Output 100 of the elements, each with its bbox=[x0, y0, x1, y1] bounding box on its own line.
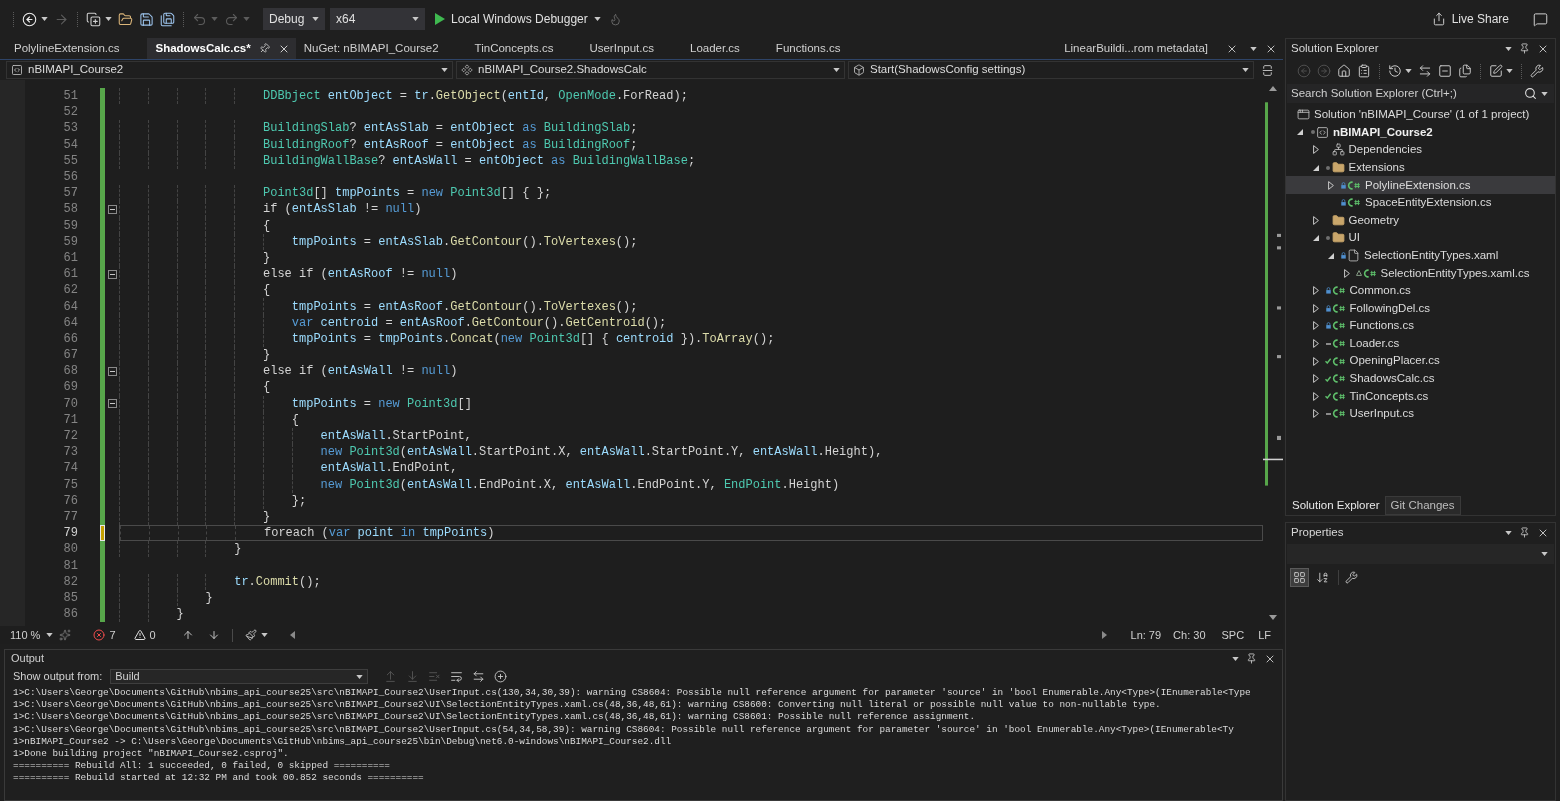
caret-down-icon[interactable] bbox=[1328, 252, 1334, 259]
search-button[interactable] bbox=[1522, 84, 1554, 103]
arrow-up-icon[interactable] bbox=[181, 629, 194, 641]
caret-right-icon[interactable] bbox=[1312, 374, 1319, 384]
caret-down-icon[interactable] bbox=[356, 674, 364, 679]
document-tab[interactable]: UserInput.cs bbox=[581, 38, 682, 59]
tree-item[interactable]: Loader.cs bbox=[1286, 334, 1555, 353]
caret-down-icon[interactable] bbox=[46, 633, 54, 637]
caret-down-icon[interactable] bbox=[105, 17, 112, 21]
wrench-icon[interactable] bbox=[1345, 570, 1358, 584]
output-source-dropdown[interactable]: Build bbox=[110, 669, 369, 684]
preview-tab[interactable]: LinearBuildi...rom metadata] bbox=[1060, 38, 1242, 59]
tree-item[interactable]: nBIMAPI_Course2 bbox=[1286, 123, 1555, 142]
document-tab[interactable]: ShadowsCalc.cs* bbox=[147, 38, 296, 59]
clipboard-icon[interactable] bbox=[1357, 64, 1371, 78]
caret-down-icon[interactable] bbox=[1312, 164, 1319, 171]
caret-right-icon[interactable] bbox=[1312, 339, 1319, 348]
circle-plus-icon[interactable] bbox=[494, 670, 508, 683]
caret-down-icon[interactable] bbox=[1312, 234, 1319, 241]
document-tab[interactable]: PolylineExtension.cs bbox=[6, 38, 148, 59]
project-dropdown[interactable]: nBIMAPI_Course2 bbox=[6, 61, 453, 79]
caret-right-icon[interactable] bbox=[1343, 268, 1350, 278]
minus-square-icon[interactable] bbox=[107, 366, 117, 376]
sparkle-icon[interactable] bbox=[59, 629, 72, 641]
stacked-squares-plus-icon[interactable] bbox=[86, 11, 101, 27]
caret-right-icon[interactable] bbox=[1312, 321, 1319, 331]
tree-item[interactable]: ShadowsCalc.cs bbox=[1286, 369, 1555, 388]
tree-item[interactable]: FollowingDel.cs bbox=[1286, 299, 1555, 318]
caret-down-icon[interactable] bbox=[593, 17, 601, 21]
platform-dropdown[interactable]: x64 bbox=[330, 8, 425, 30]
tree-item[interactable]: Dependencies bbox=[1286, 141, 1555, 159]
caret-left-icon[interactable] bbox=[289, 631, 295, 639]
caret-down-icon[interactable] bbox=[1297, 129, 1303, 136]
live-share-button[interactable]: Live Share bbox=[1429, 8, 1511, 30]
caret-down-icon[interactable] bbox=[312, 17, 319, 21]
caret-down-icon[interactable] bbox=[441, 68, 448, 72]
caret-right-icon[interactable] bbox=[1312, 391, 1319, 401]
tree-item[interactable]: Extensions bbox=[1286, 158, 1555, 177]
caret-right-icon[interactable] bbox=[1312, 215, 1319, 225]
caret-down-icon[interactable] bbox=[41, 17, 48, 21]
tree-item[interactable]: SelectionEntityTypes.xaml bbox=[1286, 246, 1555, 265]
document-tab[interactable]: Functions.cs bbox=[767, 38, 869, 59]
files-icon[interactable] bbox=[1458, 64, 1472, 78]
caret-right-icon[interactable] bbox=[1328, 180, 1334, 190]
flame-icon[interactable] bbox=[608, 12, 622, 26]
column-indicator[interactable]: Ch: 30 bbox=[1173, 626, 1206, 644]
caret-down-icon[interactable] bbox=[260, 633, 268, 637]
tree-item[interactable]: SelectionEntityTypes.xaml.cs bbox=[1286, 264, 1555, 282]
configuration-dropdown[interactable]: Debug bbox=[263, 8, 325, 30]
document-tab[interactable]: NuGet: nBIMAPI_Course2 bbox=[295, 38, 467, 59]
caret-down-icon[interactable] bbox=[1242, 68, 1249, 72]
house-icon[interactable] bbox=[1337, 64, 1351, 78]
caret-down-icon[interactable] bbox=[1541, 91, 1548, 96]
document-tab[interactable]: TinConcepts.cs bbox=[466, 38, 582, 59]
square-pen-icon[interactable] bbox=[1489, 64, 1503, 78]
caret-down-icon[interactable] bbox=[1541, 552, 1548, 556]
whitespace-indicator[interactable]: SPC bbox=[1221, 626, 1245, 644]
caret-right-icon[interactable] bbox=[1312, 356, 1319, 366]
line-ending-indicator[interactable]: LF bbox=[1258, 626, 1271, 644]
pin-icon[interactable] bbox=[1519, 43, 1530, 54]
caret-down-icon[interactable] bbox=[1505, 530, 1512, 535]
pin-icon[interactable] bbox=[1246, 653, 1257, 664]
caret-down-icon[interactable] bbox=[412, 17, 419, 21]
minus-square-icon[interactable] bbox=[107, 204, 117, 214]
member-dropdown[interactable]: Start(ShadowsConfig settings) bbox=[848, 61, 1254, 79]
caret-right-icon[interactable] bbox=[1312, 145, 1319, 155]
error-count[interactable]: 7 bbox=[93, 626, 116, 644]
panel-tab[interactable]: Git Changes bbox=[1384, 496, 1461, 515]
type-dropdown[interactable]: nBIMAPI_Course2.ShadowsCalc bbox=[456, 61, 845, 79]
document-tab[interactable]: Loader.cs bbox=[682, 38, 768, 59]
view-toggle[interactable] bbox=[1290, 567, 1309, 587]
caret-right-icon[interactable] bbox=[1312, 303, 1319, 313]
tree-item[interactable]: PolylineExtension.cs bbox=[1286, 176, 1555, 194]
tree-item[interactable]: SpaceEntityExtension.cs bbox=[1286, 193, 1555, 212]
caret-down-icon[interactable] bbox=[1405, 69, 1412, 73]
wrap-text-icon[interactable] bbox=[450, 670, 464, 683]
caret-down-icon[interactable] bbox=[1269, 615, 1277, 620]
caret-down-icon[interactable] bbox=[833, 68, 840, 72]
tree-item[interactable]: UserInput.cs bbox=[1286, 405, 1555, 423]
tree-item[interactable]: Common.cs bbox=[1286, 281, 1555, 300]
start-debugging-button[interactable]: Local Windows Debugger bbox=[433, 8, 603, 30]
tree-item[interactable]: TinConcepts.cs bbox=[1286, 387, 1555, 406]
history-icon[interactable] bbox=[1388, 64, 1402, 78]
speech-bubble-icon[interactable] bbox=[1533, 11, 1548, 27]
minus-square-icon[interactable] bbox=[1438, 64, 1452, 78]
caret-down-icon[interactable] bbox=[1232, 656, 1239, 661]
caret-down-icon[interactable] bbox=[1250, 46, 1257, 51]
paintbrush-icon[interactable] bbox=[244, 629, 257, 641]
minus-square-icon[interactable] bbox=[107, 269, 117, 279]
tree-item[interactable]: Functions.cs bbox=[1286, 317, 1555, 335]
arrows-left-right-icon[interactable] bbox=[1418, 64, 1432, 78]
tree-item[interactable]: UI bbox=[1286, 229, 1555, 247]
caret-down-icon[interactable] bbox=[1506, 69, 1513, 73]
minus-square-icon[interactable] bbox=[107, 399, 117, 409]
split-icon[interactable] bbox=[1261, 63, 1274, 77]
search-field[interactable]: Search Solution Explorer (Ctrl+;) bbox=[1287, 84, 1522, 103]
caret-up-icon[interactable] bbox=[1269, 86, 1277, 91]
caret-down-icon[interactable] bbox=[1505, 46, 1512, 51]
wrench-icon[interactable] bbox=[1530, 64, 1544, 78]
tree-item[interactable]: Solution 'nBIMAPI_Course' (1 of 1 project) bbox=[1286, 106, 1555, 124]
